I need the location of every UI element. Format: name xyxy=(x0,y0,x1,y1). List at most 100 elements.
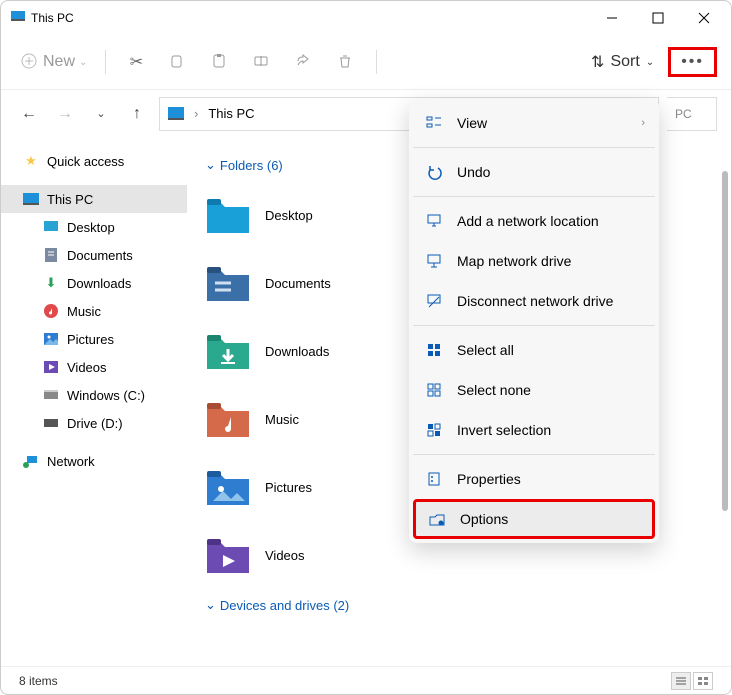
paste-button[interactable] xyxy=(202,44,238,80)
window-title: This PC xyxy=(31,11,589,25)
folder-label: Videos xyxy=(265,548,305,563)
monitor-icon xyxy=(23,191,39,207)
scrollbar[interactable] xyxy=(722,171,728,511)
folder-label: Pictures xyxy=(265,480,312,495)
share-icon xyxy=(295,53,313,71)
monitor-icon xyxy=(168,107,184,121)
menu-label: Undo xyxy=(457,164,490,180)
paste-icon xyxy=(211,53,229,71)
map-drive-icon xyxy=(425,252,443,270)
breadcrumb-item[interactable]: This PC xyxy=(208,106,254,121)
chevron-right-icon: › xyxy=(194,106,198,121)
tree-documents[interactable]: Documents xyxy=(1,241,187,269)
menu-label: Disconnect network drive xyxy=(457,293,613,309)
share-button[interactable] xyxy=(286,44,322,80)
search-placeholder: PC xyxy=(675,107,692,121)
close-button[interactable] xyxy=(681,3,727,33)
menu-separator xyxy=(413,196,655,197)
folder-icon xyxy=(205,331,251,371)
menu-label: Select none xyxy=(457,382,531,398)
options-icon xyxy=(428,510,446,528)
trash-icon xyxy=(337,53,355,71)
toolbar: New ⌄ ✂ ⇅ Sort ⌄ ••• xyxy=(1,35,731,89)
scissors-icon: ✂ xyxy=(130,52,143,72)
context-menu: View › Undo Add a network location Map n… xyxy=(409,99,659,543)
delete-button[interactable] xyxy=(328,44,364,80)
maximize-button[interactable] xyxy=(635,3,681,33)
copy-icon xyxy=(169,53,187,71)
menu-label: Add a network location xyxy=(457,213,599,229)
drive-icon xyxy=(43,415,59,431)
cut-button[interactable]: ✂ xyxy=(118,44,154,80)
tree-label: Pictures xyxy=(67,332,114,347)
document-icon xyxy=(43,247,59,263)
new-button[interactable]: New ⌄ xyxy=(15,44,93,80)
menu-view[interactable]: View › xyxy=(413,103,655,143)
title-bar: This PC xyxy=(1,1,731,35)
menu-select-none[interactable]: Select none xyxy=(413,370,655,410)
folder-icon xyxy=(205,399,251,439)
chevron-right-icon: › xyxy=(641,117,645,129)
more-button[interactable]: ••• xyxy=(668,47,717,77)
menu-label: Select all xyxy=(457,342,514,358)
folder-label: Documents xyxy=(265,276,331,291)
drives-header[interactable]: ⌄ Devices and drives (2) xyxy=(205,597,713,613)
menu-properties[interactable]: Properties xyxy=(413,459,655,499)
ellipsis-icon: ••• xyxy=(681,53,704,71)
toolbar-divider xyxy=(376,50,377,74)
sort-label: Sort xyxy=(610,53,639,71)
properties-icon xyxy=(425,470,443,488)
minimize-button[interactable] xyxy=(589,3,635,33)
tree-drive-c[interactable]: Windows (C:) xyxy=(1,381,187,409)
folder-icon xyxy=(205,195,251,235)
thumbnails-view-button[interactable] xyxy=(693,672,713,690)
network-icon xyxy=(23,453,39,469)
tree-pictures[interactable]: Pictures xyxy=(1,325,187,353)
tree-drive-d[interactable]: Drive (D:) xyxy=(1,409,187,437)
folder-icon xyxy=(205,535,251,575)
menu-invert-selection[interactable]: Invert selection xyxy=(413,410,655,450)
tree-label: Windows (C:) xyxy=(67,388,145,403)
menu-label: Map network drive xyxy=(457,253,571,269)
section-label: Devices and drives (2) xyxy=(220,598,349,613)
menu-select-all[interactable]: Select all xyxy=(413,330,655,370)
folder-label: Downloads xyxy=(265,344,329,359)
search-input[interactable]: PC xyxy=(667,97,717,131)
menu-add-network[interactable]: Add a network location xyxy=(413,201,655,241)
folder-icon xyxy=(205,467,251,507)
tree-quick-access[interactable]: ★ Quick access xyxy=(1,147,187,175)
menu-disconnect-drive[interactable]: Disconnect network drive xyxy=(413,281,655,321)
status-bar: 8 items xyxy=(1,666,731,694)
forward-button[interactable]: → xyxy=(51,100,79,128)
chevron-down-icon: ⌄ xyxy=(646,57,654,68)
sort-button[interactable]: ⇅ Sort ⌄ xyxy=(585,44,660,80)
folder-icon xyxy=(205,263,251,303)
rename-icon xyxy=(253,53,271,71)
menu-undo[interactable]: Undo xyxy=(413,152,655,192)
menu-separator xyxy=(413,325,655,326)
section-label: Folders (6) xyxy=(220,158,283,173)
tree-videos[interactable]: Videos xyxy=(1,353,187,381)
menu-label: Options xyxy=(460,511,508,527)
recent-button[interactable]: ⌄ xyxy=(87,100,115,128)
copy-button[interactable] xyxy=(160,44,196,80)
select-all-icon xyxy=(425,341,443,359)
menu-label: Invert selection xyxy=(457,422,551,438)
picture-icon xyxy=(43,331,59,347)
menu-map-drive[interactable]: Map network drive xyxy=(413,241,655,281)
tree-label: Network xyxy=(47,454,95,469)
toolbar-divider xyxy=(105,50,106,74)
rename-button[interactable] xyxy=(244,44,280,80)
details-view-button[interactable] xyxy=(671,672,691,690)
menu-options[interactable]: Options xyxy=(413,499,655,539)
tree-this-pc[interactable]: This PC xyxy=(1,185,187,213)
back-button[interactable]: ← xyxy=(15,100,43,128)
tree-network[interactable]: Network xyxy=(1,447,187,475)
tree-music[interactable]: Music xyxy=(1,297,187,325)
tree-downloads[interactable]: ⬇Downloads xyxy=(1,269,187,297)
up-button[interactable]: ↑ xyxy=(123,100,151,128)
invert-icon xyxy=(425,421,443,439)
tree-desktop[interactable]: Desktop xyxy=(1,213,187,241)
music-icon xyxy=(43,303,59,319)
tree-label: Videos xyxy=(67,360,107,375)
